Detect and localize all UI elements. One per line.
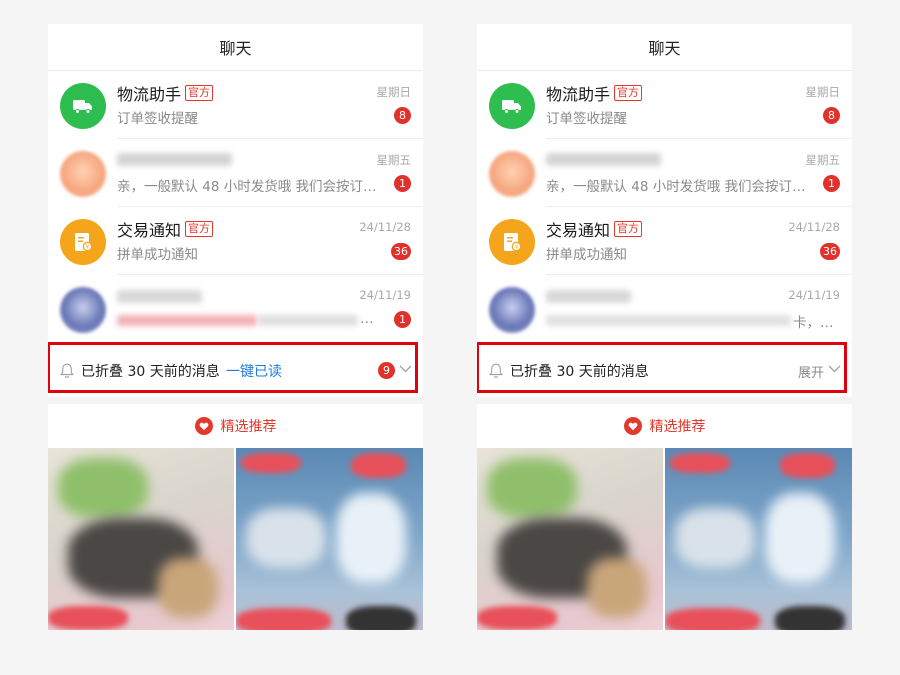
recommend-grid xyxy=(48,448,423,630)
highlight-box xyxy=(48,342,418,393)
unread-badge: 1 xyxy=(823,175,840,192)
blurred-shop-name xyxy=(117,153,232,166)
recommend-header: 精选推荐 xyxy=(477,404,852,448)
chat-time: 星期日 xyxy=(805,85,841,99)
chat-time: 星期五 xyxy=(805,153,841,167)
unread-badge: 1 xyxy=(394,311,411,328)
unread-badge: 8 xyxy=(823,107,840,124)
chat-item-trade-notice[interactable]: ¥ 交易通知 官方 拼单成功通知 24/11/28 36 xyxy=(48,207,423,275)
product-image[interactable] xyxy=(236,448,423,630)
receipt-icon: ¥ xyxy=(504,233,522,252)
heart-icon xyxy=(194,417,213,435)
chat-preview: … xyxy=(360,311,374,327)
chat-preview: 订单签收提醒 xyxy=(117,111,198,127)
heart-icon xyxy=(623,417,642,435)
blurred-preview-red xyxy=(117,315,257,326)
chat-item-shop[interactable]: 亲，一般默认 48 小时发货哦 我们会按订… 星期五 1 xyxy=(477,139,852,207)
unread-badge: 36 xyxy=(391,243,411,260)
chat-item-shop[interactable]: 亲，一般默认 48 小时发货哦 我们会按订… 星期五 1 xyxy=(48,139,423,207)
chat-title: 交易通知 官方 xyxy=(117,217,214,241)
chat-preview: 亲，一般默认 48 小时发货哦 我们会按订… xyxy=(117,179,377,195)
truck-icon xyxy=(502,100,521,114)
official-tag: 官方 xyxy=(185,221,214,237)
folded-messages-bar[interactable]: 已折叠 30 天前的消息 展开 xyxy=(477,342,852,404)
recommend-label: 精选推荐 xyxy=(220,419,277,435)
avatar: ¥ xyxy=(489,219,535,265)
chat-preview: 拼单成功通知 xyxy=(117,247,198,263)
chat-time: 星期五 xyxy=(376,153,412,167)
chat-item-trade-notice[interactable]: ¥ 交易通知 官方 拼单成功通知 24/11/28 36 xyxy=(477,207,852,275)
chat-item-blurred[interactable]: … 24/11/19 1 xyxy=(48,275,423,343)
blurred-chat-name xyxy=(546,290,631,303)
chat-item-logistics-assistant[interactable]: 物流助手 官方 订单签收提醒 星期日 8 xyxy=(477,71,852,139)
chat-panel-collapsed-with-read-all: 聊天 物流助手 官方 订单签收提醒 星期日 8 亲，一般默认 48 小时发货哦 我… xyxy=(48,24,423,630)
official-tag: 官方 xyxy=(614,85,643,101)
product-image[interactable] xyxy=(48,448,234,630)
official-tag: 官方 xyxy=(185,85,214,101)
chat-preview: 订单签收提醒 xyxy=(546,111,627,127)
chat-title: 物流助手 官方 xyxy=(546,81,643,105)
unread-badge: 36 xyxy=(820,243,840,260)
page-title: 聊天 xyxy=(48,24,423,71)
chat-title: 物流助手 官方 xyxy=(117,81,214,105)
avatar xyxy=(489,83,535,129)
chat-preview: 亲，一般默认 48 小时发货哦 我们会按订… xyxy=(546,179,806,195)
chat-item-logistics-assistant[interactable]: 物流助手 官方 订单签收提醒 星期日 8 xyxy=(48,71,423,139)
chat-item-blurred[interactable]: 卡，… 24/11/19 xyxy=(477,275,852,343)
avatar xyxy=(60,151,106,197)
chat-preview: 拼单成功通知 xyxy=(546,247,627,263)
highlight-box xyxy=(477,342,847,393)
official-tag: 官方 xyxy=(614,221,643,237)
avatar xyxy=(489,151,535,197)
chat-time: 24/11/28 xyxy=(359,220,411,234)
chat-time: 24/11/19 xyxy=(359,288,411,302)
receipt-icon: ¥ xyxy=(75,233,93,252)
blurred-chat-name xyxy=(117,290,202,303)
blurred-preview-gray xyxy=(546,315,791,326)
page-title: 聊天 xyxy=(477,24,852,71)
recommend-label: 精选推荐 xyxy=(649,419,706,435)
product-image[interactable] xyxy=(665,448,852,630)
chat-time: 24/11/28 xyxy=(788,220,840,234)
chat-title: 交易通知 官方 xyxy=(546,217,643,241)
recommend-grid xyxy=(477,448,852,630)
svg-text:¥: ¥ xyxy=(86,245,90,251)
product-image[interactable] xyxy=(477,448,663,630)
blurred-preview-gray xyxy=(258,315,358,326)
avatar: ¥ xyxy=(60,219,106,265)
truck-icon xyxy=(73,100,92,114)
unread-badge: 1 xyxy=(394,175,411,192)
chat-time: 星期日 xyxy=(376,85,412,99)
avatar xyxy=(60,83,106,129)
chat-preview: 卡，… xyxy=(793,315,834,331)
svg-text:¥: ¥ xyxy=(515,245,519,251)
recommend-header: 精选推荐 xyxy=(48,404,423,448)
chat-time: 24/11/19 xyxy=(788,288,840,302)
folded-messages-bar[interactable]: 已折叠 30 天前的消息 一键已读 9 xyxy=(48,342,423,404)
avatar xyxy=(60,287,106,333)
chat-panel-collapsed-with-expand: 聊天 物流助手 官方 订单签收提醒 星期日 8 亲，一般默认 48 小时发货哦 我… xyxy=(477,24,852,630)
unread-badge: 8 xyxy=(394,107,411,124)
avatar xyxy=(489,287,535,333)
blurred-shop-name xyxy=(546,153,661,166)
